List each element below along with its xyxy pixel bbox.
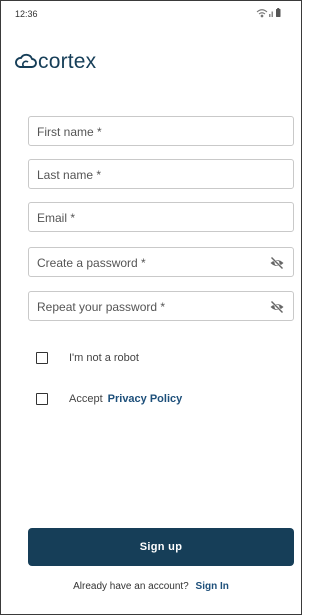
eye-off-icon[interactable] [269,299,285,315]
email-label: Email * [37,211,76,225]
policy-check-row[interactable]: Accept Privacy Policy [36,391,182,407]
robot-label: I'm not a robot [69,352,139,364]
brand-name: cortex [38,50,97,73]
robot-checkbox[interactable] [36,352,48,364]
signal-icon [269,11,273,17]
policy-checkbox[interactable] [36,393,48,405]
first-name-label: First name * [37,125,102,139]
signup-button[interactable]: Sign up [28,528,294,566]
signup-screen: 12:36 cortex First name * Last name * Em… [0,0,302,615]
brand-logo: cortex [15,49,96,75]
status-icons [256,8,281,18]
last-name-field[interactable]: Last name * [28,159,294,189]
first-name-field[interactable]: First name * [28,116,294,146]
status-time: 12:36 [15,9,38,19]
password-field[interactable]: Create a password * [28,247,294,277]
signin-row: Already have an account? Sign In [1,581,301,592]
cloud-icon [15,53,37,68]
signin-link[interactable]: Sign In [196,581,229,592]
robot-check-row[interactable]: I'm not a robot [36,350,139,366]
status-bar: 12:36 [1,1,301,23]
battery-icon [276,8,281,17]
wifi-icon [256,9,268,18]
password-label: Create a password * [37,256,146,270]
signin-prompt: Already have an account? [73,581,189,592]
email-field[interactable]: Email * [28,202,294,232]
eye-off-icon[interactable] [269,255,285,271]
last-name-label: Last name * [37,168,102,182]
privacy-policy-link[interactable]: Privacy Policy [108,393,183,405]
policy-accept-label: Accept [69,393,103,405]
repeat-password-field[interactable]: Repeat your password * [28,291,294,321]
repeat-password-label: Repeat your password * [37,300,166,314]
